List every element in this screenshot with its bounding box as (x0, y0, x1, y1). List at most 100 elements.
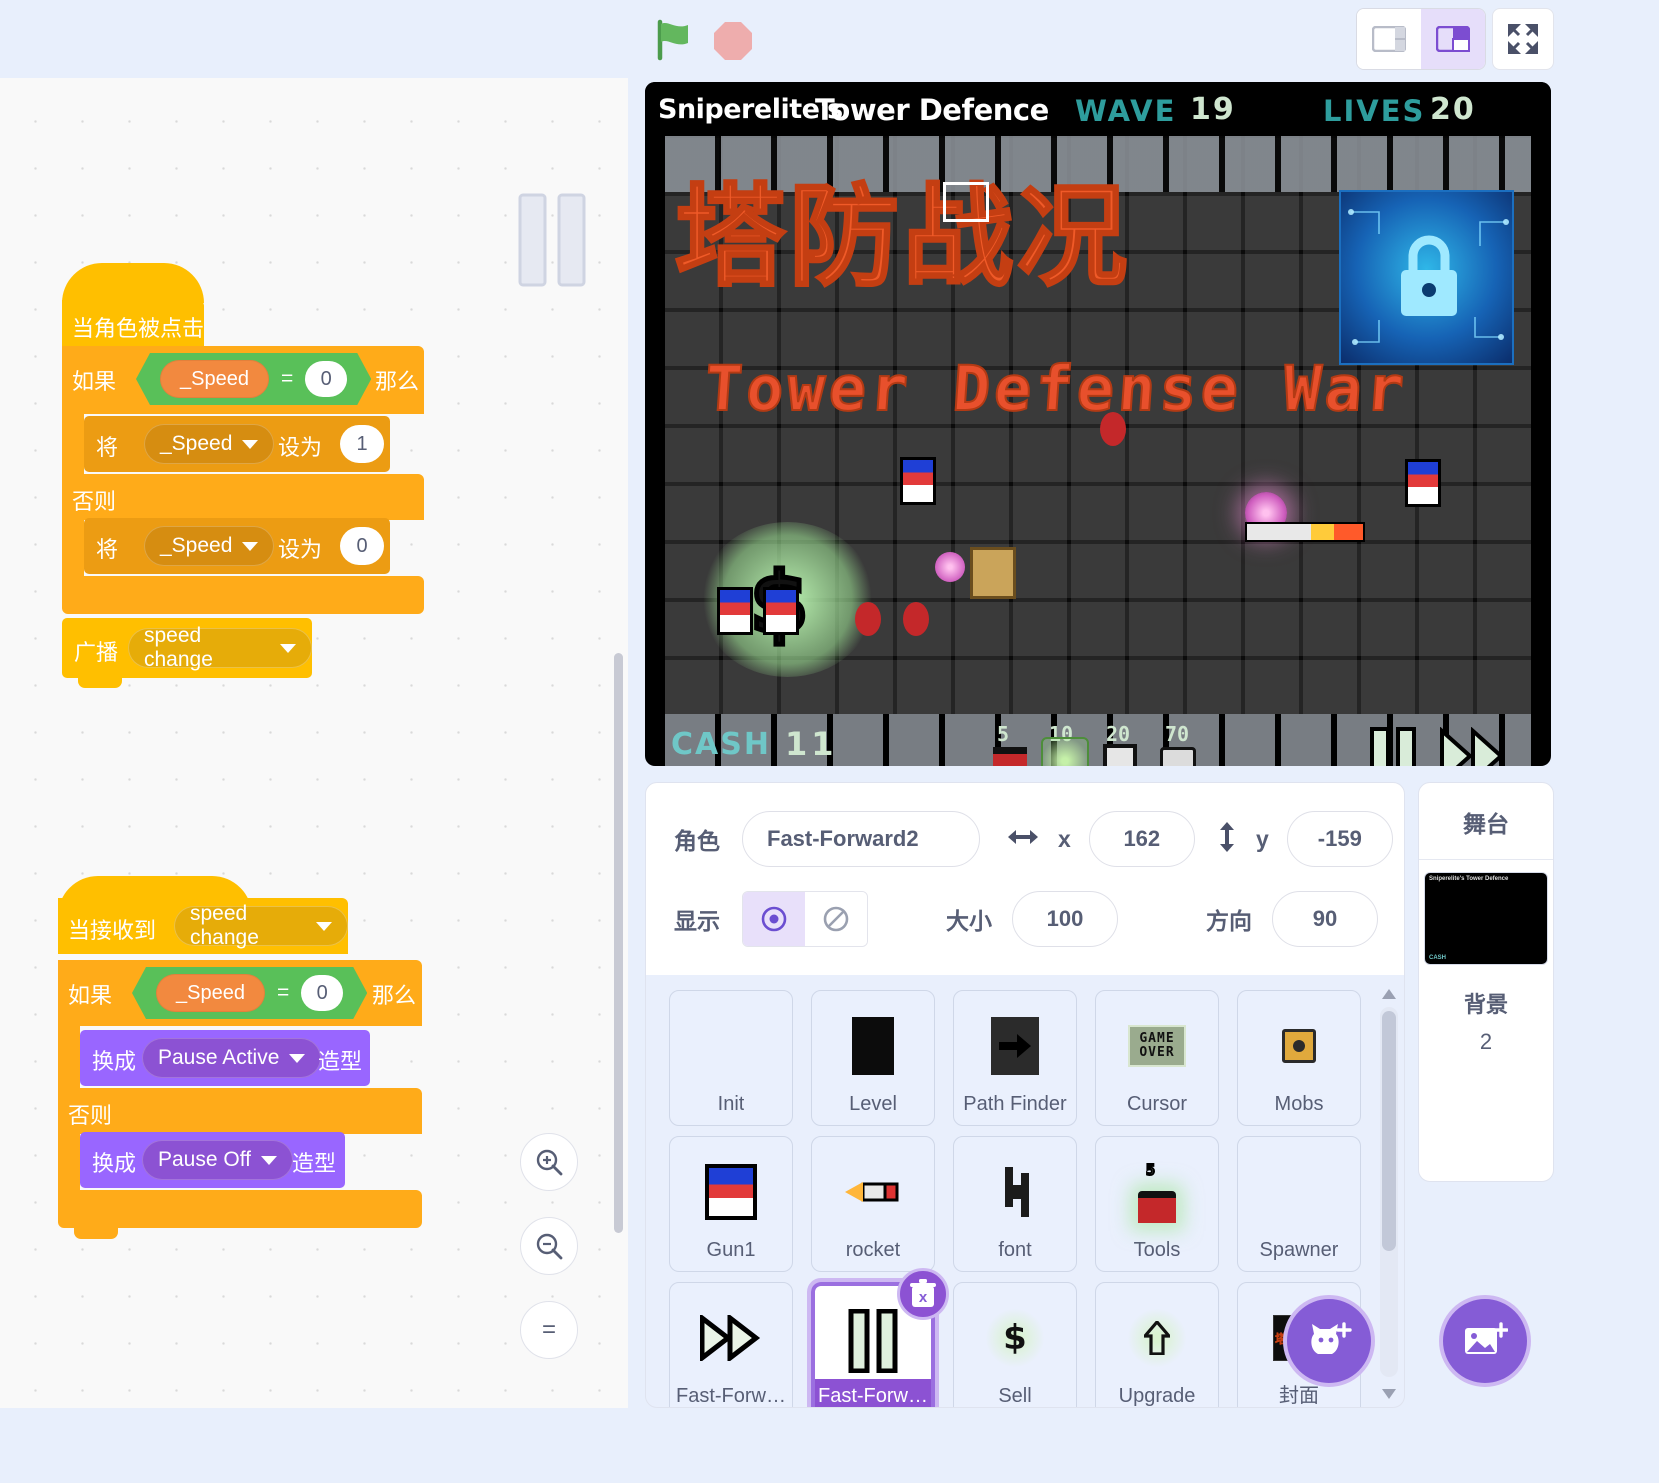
stage-pause-button[interactable] (1368, 727, 1418, 766)
switch-costume-block-then[interactable]: 换成 Pause Active 造型 (80, 1030, 370, 1086)
broadcast-block[interactable]: 广播 speed change (62, 618, 312, 678)
sprite-list-item[interactable]: Spawner (1237, 1136, 1361, 1272)
zoom-reset-button[interactable]: = (520, 1301, 578, 1359)
scroll-down-icon[interactable] (1380, 1383, 1398, 1405)
set-variable-block-else[interactable]: 将 _Speed 设为 0 (84, 518, 390, 574)
tower-price-2: 20 (1106, 722, 1131, 746)
fullscreen-button[interactable] (1492, 8, 1554, 70)
zoom-out-button[interactable] (520, 1217, 578, 1275)
equals-value-input[interactable]: 0 (305, 361, 347, 397)
y-input[interactable]: -159 (1286, 811, 1393, 867)
tower-price-3: 70 (1165, 722, 1190, 746)
rocket-icon (812, 1155, 934, 1229)
wave-label: WAVE (1075, 94, 1177, 128)
hat-body[interactable]: 当角色被点击 (62, 300, 204, 348)
sprite-name-label: 角色 (674, 828, 720, 854)
sprite-list-item[interactable]: Mobs (1237, 990, 1361, 1126)
hide-sprite-button[interactable] (805, 892, 867, 946)
switch-costume-block-else[interactable]: 换成 Pause Off 造型 (80, 1132, 345, 1188)
delete-sprite-button[interactable]: x (897, 1268, 949, 1320)
shop-tower-0-icon[interactable] (993, 747, 1027, 766)
stage-fast-forward-button[interactable] (1440, 726, 1510, 766)
variable-speed[interactable]: _Speed (160, 360, 269, 398)
sprite-list-item-label: Spawner (1259, 1239, 1339, 1261)
sprite-list-item-label: Init (717, 1093, 745, 1115)
sprite-list-item-label: Upgrade (1118, 1385, 1196, 1407)
hat-cap (62, 263, 204, 303)
sprite-list-item[interactable]: GAME OVER Cursor (1095, 990, 1219, 1126)
stage-selector-panel[interactable]: 舞台 Sniperelite's Tower Defence CASH 背景 2 (1418, 782, 1554, 1182)
hat-label: 当角色被点击 (72, 316, 205, 341)
zoom-in-button[interactable] (520, 1133, 578, 1191)
svg-text:x: x (919, 1289, 928, 1306)
switch-label: 换成 (92, 1049, 137, 1074)
sprite-list-item[interactable]: Init (669, 990, 793, 1126)
if2-label: 如果 (68, 983, 113, 1008)
equals-value-input-2[interactable]: 0 (301, 975, 343, 1011)
sprite-name-input[interactable]: Fast-Forward2 (742, 811, 980, 867)
set-variable-dropdown[interactable]: _Speed (144, 424, 275, 464)
set-label-else: 将 (96, 537, 119, 562)
shop-tower-3-icon[interactable] (1160, 747, 1196, 766)
sprite-list-item[interactable]: Fast-Forw… x (807, 1268, 949, 1407)
costume-name-else: Pause Off (158, 1148, 252, 1171)
costume-dropdown-then[interactable]: Pause Active (142, 1038, 322, 1078)
sprite-list-item[interactable]: Path Finder (953, 990, 1077, 1126)
sprite-list-item-label: font (998, 1239, 1032, 1261)
else2-bar[interactable]: 否则 (58, 1088, 422, 1134)
x-input[interactable]: 162 (1088, 811, 1195, 867)
set-variable-block-then[interactable]: 将 _Speed 设为 1 (84, 416, 390, 472)
size-input[interactable]: 100 (1012, 891, 1118, 947)
show-label: 显示 (674, 908, 720, 934)
set-value-input-else[interactable]: 0 (340, 527, 384, 565)
stage-view[interactable]: Sniperelite's Tower Defence WAVE 19 LIVE… (645, 82, 1551, 766)
shop-tower-1-icon[interactable] (1041, 737, 1089, 766)
equals-operator-block[interactable]: _Speed = 0 (136, 353, 371, 405)
game-over-icon: GAME OVER (1096, 1009, 1218, 1083)
sprite-list-item-label: Gun1 (706, 1239, 756, 1261)
sprite-list-item[interactable]: Level (811, 990, 935, 1126)
code-workspace[interactable]: 当角色被点击 如果 那么 _Speed = 0 将 _Speed 设为 1 否则 (0, 78, 628, 1408)
sprite-list-item[interactable]: 5 Tools (1095, 1136, 1219, 1272)
variable-speed-2[interactable]: _Speed (156, 974, 265, 1012)
show-sprite-button[interactable] (743, 892, 805, 946)
add-sprite-button[interactable] (1283, 1295, 1375, 1387)
workspace-scrollbar-vertical[interactable] (614, 653, 623, 1233)
costume-label-else: 造型 (292, 1151, 337, 1176)
chevron-down-icon (316, 921, 332, 931)
receive-message-dropdown[interactable]: speed change (174, 902, 348, 949)
large-stage-button[interactable] (1421, 9, 1485, 69)
sprite-list-item-label: Fast-Forw… (676, 1385, 786, 1407)
black-square-icon (812, 1009, 934, 1083)
sprite-list-item[interactable]: Upgrade (1095, 1282, 1219, 1407)
scroll-up-icon[interactable] (1380, 983, 1398, 1005)
costume-dropdown-else[interactable]: Pause Off (142, 1140, 294, 1180)
else-bar[interactable]: 否则 (62, 474, 424, 520)
set-variable-dropdown-else[interactable]: _Speed (144, 526, 275, 566)
sprite-list-item-label: Tools (1133, 1239, 1181, 1261)
equals-operator-block-2[interactable]: _Speed = 0 (132, 967, 367, 1019)
stop-icon[interactable] (712, 20, 754, 62)
broadcast-message-dropdown[interactable]: speed change (128, 624, 312, 671)
stage-thumbnail[interactable]: Sniperelite's Tower Defence CASH (1424, 872, 1548, 965)
small-stage-button[interactable] (1357, 9, 1421, 69)
add-backdrop-button[interactable] (1439, 1295, 1531, 1387)
sprite-list-item[interactable]: font (953, 1136, 1077, 1272)
direction-input[interactable]: 90 (1272, 891, 1378, 947)
set-value-input-then[interactable]: 1 (340, 425, 384, 463)
dollar-icon: $ (954, 1301, 1076, 1375)
top-toolbar (0, 0, 1659, 78)
set-to-label-else: 设为 (278, 537, 323, 562)
mob-icon (1238, 1009, 1360, 1083)
scrollbar-thumb[interactable] (1382, 1011, 1396, 1251)
sprite-list-item[interactable]: $ Sell (953, 1282, 1077, 1407)
when-i-receive-block[interactable]: 当接收到 speed change (58, 898, 348, 954)
sprite-list-item[interactable]: rocket (811, 1136, 935, 1272)
green-flag-icon[interactable] (652, 18, 696, 62)
sprite-list-scrollbar[interactable] (1380, 983, 1398, 1403)
shop-tower-2-icon[interactable] (1103, 744, 1137, 766)
broadcast-message: speed change (144, 624, 213, 671)
game-title: Tower Defence (815, 93, 1049, 127)
sprite-list-item[interactable]: Gun1 (669, 1136, 793, 1272)
sprite-list-item[interactable]: Fast-Forw… (669, 1282, 793, 1407)
